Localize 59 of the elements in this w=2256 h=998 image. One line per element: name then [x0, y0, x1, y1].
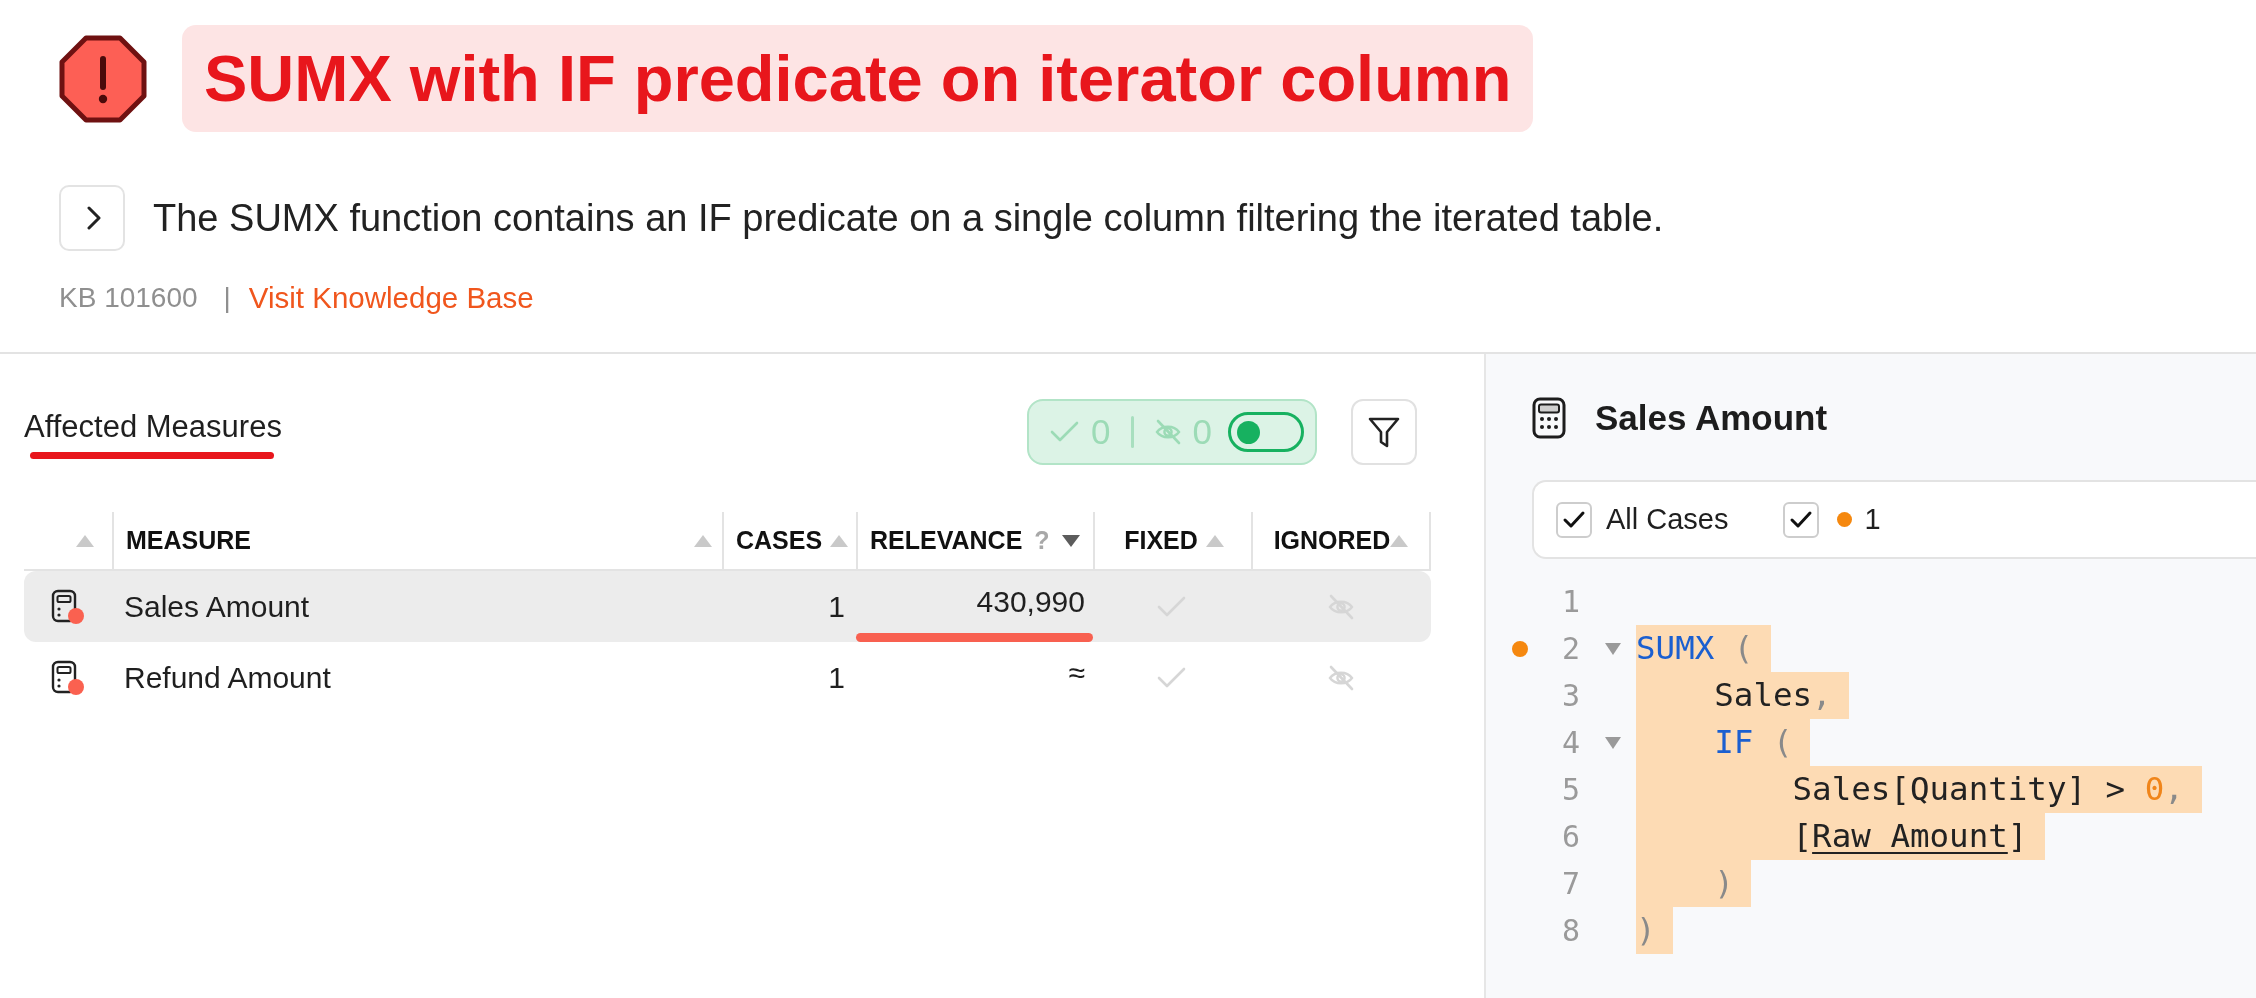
- eye-off-icon[interactable]: [1327, 664, 1355, 691]
- relevance-value: ≈: [1068, 656, 1086, 690]
- check-icon: [1050, 421, 1081, 443]
- eye-off-icon: [1153, 419, 1182, 445]
- code-line: ): [1636, 911, 1656, 949]
- checkbox[interactable]: [1782, 501, 1819, 538]
- checkbox[interactable]: [1556, 501, 1592, 538]
- line-number: 3: [1560, 677, 1580, 715]
- code-line: Sales[Quantity] > 0,: [1791, 770, 2184, 808]
- measure-title: Sales Amount: [1595, 398, 1828, 438]
- line-number: 1: [1560, 583, 1580, 621]
- calculator-icon: [51, 588, 85, 625]
- fold-caret-icon[interactable]: [1605, 736, 1621, 749]
- calculator-icon: [1532, 397, 1566, 439]
- code-line: SUMX (: [1636, 629, 1754, 667]
- filter-label[interactable]: 1: [1864, 503, 1881, 536]
- fold-caret-icon[interactable]: [1605, 642, 1621, 655]
- table-row[interactable]: Refund Amount 1 ≈: [24, 642, 1431, 713]
- warning-icon: [59, 34, 147, 123]
- sort-arrow-icon[interactable]: [1061, 534, 1080, 547]
- check-icon[interactable]: [1157, 666, 1187, 689]
- checkmark-icon: [1788, 509, 1813, 530]
- cases-count: 1: [828, 589, 845, 624]
- measure-name: Refund Amount: [124, 660, 331, 695]
- column-header[interactable]: RELEVANCE ?: [856, 512, 1093, 569]
- relevance-value: 430,990: [976, 585, 1086, 619]
- issue-description: The SUMX function contains an IF predicate on a single column filtering the iterated table.: [153, 196, 1664, 240]
- line-number: 8: [1560, 912, 1580, 950]
- line-number: 5: [1560, 771, 1580, 809]
- code-line: IF (: [1713, 723, 1793, 761]
- line-number: 2: [1560, 630, 1580, 668]
- column-header[interactable]: IGNORED: [1251, 512, 1431, 569]
- code-line: [Raw Amount]: [1791, 817, 2028, 855]
- column-header[interactable]: CASES: [722, 512, 856, 569]
- calculator-icon: [51, 659, 85, 696]
- line-number: 4: [1560, 724, 1580, 762]
- issue-title: SUMX with IF predicate on iterator column: [182, 25, 1534, 132]
- chevron-icon: [86, 206, 101, 230]
- cases-count: 1: [828, 660, 845, 695]
- separator: |: [223, 281, 231, 315]
- breakpoint-dot-icon[interactable]: [1512, 640, 1528, 657]
- filter-label[interactable]: All Cases: [1606, 503, 1729, 536]
- checkmark-icon: [1562, 509, 1586, 530]
- fixed-count: 0: [1091, 412, 1111, 452]
- code-line: Sales,: [1713, 676, 1832, 714]
- filter-icon: [1367, 415, 1401, 449]
- kb-number: KB 101600: [59, 281, 198, 315]
- expand-button[interactable]: [59, 185, 125, 251]
- table-row[interactable]: Sales Amount 1 430,990: [24, 571, 1431, 642]
- code-line: ): [1713, 864, 1734, 902]
- measures-tab[interactable]: Affected Measures: [24, 399, 282, 459]
- column-header[interactable]: MEASURE: [112, 512, 722, 569]
- line-number: 7: [1560, 865, 1580, 903]
- toggle-switch[interactable]: [1228, 412, 1304, 452]
- column-header[interactable]: FIXED: [1093, 512, 1251, 569]
- measure-name: Sales Amount: [124, 589, 310, 624]
- line-number: 6: [1560, 818, 1580, 856]
- filter-button[interactable]: [1351, 399, 1417, 465]
- ignored-count: 0: [1192, 412, 1212, 452]
